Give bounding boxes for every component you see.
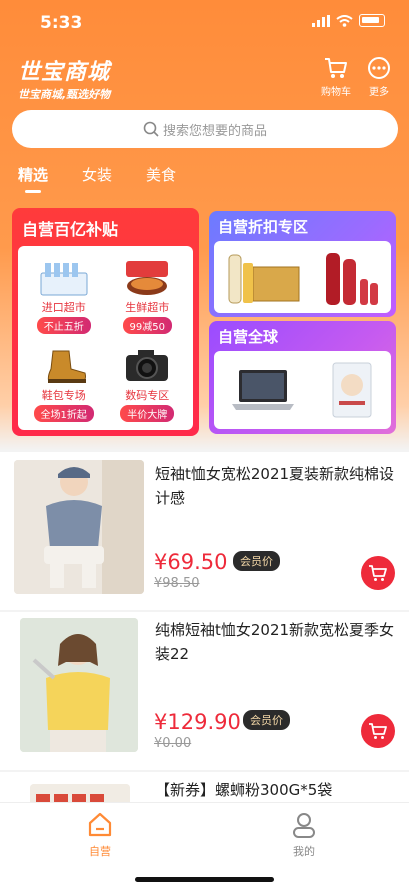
original-price: ¥0.00	[154, 736, 192, 751]
add-to-cart-button[interactable]	[361, 556, 395, 590]
tab-womens-clothing[interactable]: 女装	[82, 164, 112, 185]
cart-label: 购物车	[321, 87, 351, 98]
member-price-tag: 会员价	[243, 710, 290, 730]
product-card[interactable]: 纯棉短袖t恤女2021新款宽松夏季女装22 ¥129.90 会员价 ¥0.00	[0, 612, 409, 770]
product-price: ¥69.50	[154, 550, 228, 574]
subsidy-item-fresh[interactable]: 生鲜超市 99减50	[106, 250, 190, 338]
discount-title: 自营折扣专区	[218, 218, 309, 236]
subsidy-item-import[interactable]: 进口超市 不止五折	[22, 250, 106, 338]
more-icon	[368, 57, 390, 79]
member-price-tag: 会员价	[233, 551, 280, 571]
subsidy-title: 自营百亿补贴	[22, 220, 119, 239]
add-to-cart-button[interactable]	[361, 714, 395, 748]
search-icon	[143, 121, 159, 137]
subsidy-badge-digital: 半价大牌	[120, 405, 175, 422]
water-bottles-image	[40, 263, 88, 296]
woman-tshirt-photo	[14, 460, 144, 594]
search-placeholder: 搜索您想要的商品	[162, 123, 267, 139]
product-price: ¥129.90	[154, 710, 241, 734]
global-card[interactable]: 自营全球	[209, 321, 396, 434]
face-mask-pack-image	[332, 362, 372, 418]
original-price: ¥98.50	[154, 576, 200, 591]
nav-item-mine[interactable]: 我的	[290, 811, 318, 859]
wifi-icon	[336, 14, 353, 27]
home-indicator	[135, 877, 274, 882]
battery-icon	[359, 14, 385, 27]
product-title: 纯棉短袖t恤女2021新款宽松夏季女装22	[155, 621, 395, 663]
user-icon	[293, 813, 315, 838]
shampoo-image	[326, 253, 379, 305]
subsidy-grid: 进口超市 不止五折 生鲜超市 99减50 鞋包专场 全场1折起 数码专区 半价大…	[18, 246, 193, 430]
more-label: 更多	[369, 87, 389, 98]
laptop-image	[232, 370, 295, 410]
product-image	[14, 460, 144, 594]
nav-mine-label: 我的	[293, 845, 315, 858]
global-images	[214, 351, 391, 429]
cart-icon	[369, 723, 387, 739]
more-button[interactable]: 更多	[367, 56, 391, 98]
signal-icon	[312, 14, 330, 27]
search-bar[interactable]: 搜索您想要的商品	[12, 110, 398, 148]
tab-food[interactable]: 美食	[146, 164, 176, 185]
beer-image	[228, 254, 300, 304]
cart-icon	[325, 58, 347, 78]
header-actions: 购物车 更多	[321, 56, 391, 98]
subsidy-item-digital[interactable]: 数码专区 半价大牌	[106, 338, 190, 426]
camera-image	[126, 350, 169, 381]
subsidy-label-shoes: 鞋包专场	[41, 389, 86, 402]
subsidy-label-import: 进口超市	[41, 301, 86, 314]
subsidy-card[interactable]: 自营百亿补贴 进口超市 不止五折 生鲜超市 99减50 鞋包专场 全场1折起 数…	[12, 208, 199, 436]
subsidy-label-digital: 数码专区	[125, 389, 170, 402]
nav-home-label: 自营	[89, 845, 111, 858]
brand-subtitle: 世宝商城,甄选好物	[18, 88, 111, 101]
subsidy-label-fresh: 生鲜超市	[125, 301, 170, 314]
category-tabs: 精选 女装 美食	[18, 164, 176, 185]
product-title: 【新券】螺蛳粉300G*5袋	[155, 781, 333, 799]
subsidy-badge-import: 不止五折	[36, 317, 91, 334]
nav-item-home[interactable]: 自营	[86, 811, 114, 859]
status-bar: 5:33	[0, 0, 409, 46]
subsidy-item-shoes[interactable]: 鞋包专场 全场1折起	[22, 338, 106, 426]
cart-icon	[369, 565, 387, 581]
cart-button[interactable]: 购物车	[321, 56, 351, 98]
brand-title: 世宝商城	[18, 60, 111, 85]
global-title: 自营全球	[218, 328, 279, 346]
product-title: 短袖t恤女宽松2021夏装新款纯棉设计感	[155, 465, 395, 507]
status-icons	[312, 14, 385, 27]
discount-images	[214, 241, 391, 313]
boot-image	[47, 350, 86, 383]
discount-card[interactable]: 自营折扣专区	[209, 211, 396, 317]
brand: 世宝商城 世宝商城,甄选好物	[18, 54, 110, 102]
product-image	[20, 618, 138, 752]
subsidy-badge-shoes: 全场1折起	[33, 405, 94, 422]
subsidy-badge-fresh: 99减50	[122, 317, 172, 334]
home-icon	[88, 812, 112, 837]
woman-yellow-tshirt-photo	[20, 618, 138, 752]
tab-featured[interactable]: 精选	[18, 164, 48, 185]
status-time: 5:33	[40, 13, 83, 33]
product-card[interactable]: 短袖t恤女宽松2021夏装新款纯棉设计感 ¥69.50 会员价 ¥98.50	[0, 452, 409, 610]
noodles-image	[126, 261, 169, 295]
